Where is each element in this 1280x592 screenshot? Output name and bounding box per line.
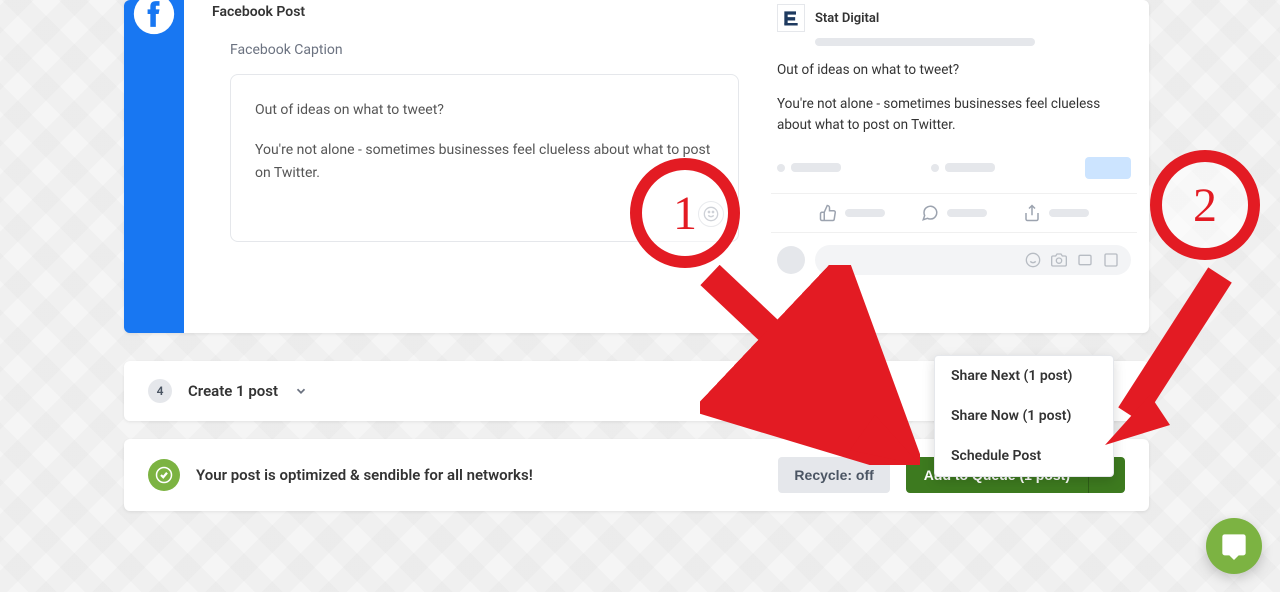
- share-icon: [1023, 204, 1089, 222]
- compose-card: Facebook Post Facebook Caption Out of id…: [124, 0, 1149, 333]
- preview-text: You're not alone - sometimes businesses …: [777, 94, 1131, 135]
- preview-actions-row: [771, 193, 1137, 233]
- preview-text: Out of ideas on what to tweet?: [777, 60, 1131, 80]
- comment-icon: [921, 204, 987, 222]
- annotation-arrow-2: [1100, 265, 1240, 445]
- preview-meta-row: [759, 149, 1149, 187]
- chat-icon: [1220, 532, 1248, 560]
- section-title: Facebook Post: [212, 4, 739, 20]
- gif-icon: [1077, 252, 1093, 268]
- preview-avatar: [777, 4, 805, 32]
- check-icon: [148, 459, 180, 491]
- dropdown-item-share-now[interactable]: Share Now (1 post): [935, 396, 1113, 436]
- caption-line: Out of ideas on what to tweet?: [255, 99, 714, 121]
- chevron-down-icon: [294, 384, 308, 398]
- like-icon: [819, 204, 885, 222]
- annotation-circle-2: 2: [1150, 150, 1260, 260]
- network-sidebar: [124, 0, 184, 333]
- dropdown-item-share-next[interactable]: Share Next (1 post): [935, 356, 1113, 396]
- status-text: Your post is optimized & sendible for al…: [196, 466, 533, 484]
- emoji-icon: [1025, 252, 1041, 268]
- annotation-arrow-1: [700, 265, 920, 465]
- dropdown-item-schedule[interactable]: Schedule Post: [935, 436, 1113, 476]
- queue-dropdown-menu: Share Next (1 post) Share Now (1 post) S…: [934, 355, 1114, 477]
- step-number-badge: 4: [148, 379, 172, 403]
- facebook-icon: [132, 0, 176, 36]
- help-widget[interactable]: [1206, 518, 1262, 574]
- annotation-circle-1: 1: [630, 158, 740, 268]
- camera-icon: [1051, 252, 1067, 268]
- caption-label: Facebook Caption: [230, 42, 739, 58]
- step-label: Create 1 post: [188, 382, 278, 400]
- preview-timestamp-placeholder: [815, 38, 1035, 46]
- preview-account-name: Stat Digital: [815, 11, 879, 26]
